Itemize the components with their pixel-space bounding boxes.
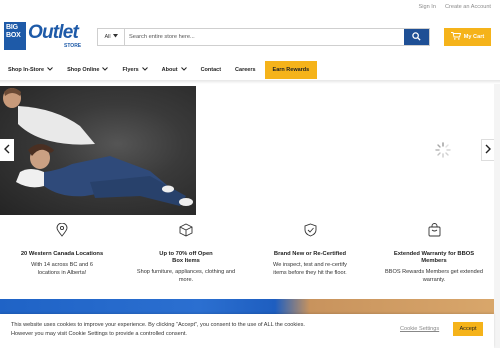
chevron-down-icon <box>47 66 53 73</box>
slider-prev-button[interactable] <box>0 139 14 161</box>
main-nav: Shop In-Store Shop Online Flyers About C… <box>0 59 500 80</box>
search-input[interactable] <box>125 29 404 45</box>
hero-slider <box>0 86 500 215</box>
bag-icon <box>372 220 496 240</box>
cart-icon <box>450 32 461 42</box>
search-bar: All <box>97 28 430 46</box>
feature-title: Brand New or Re-Certified <box>273 251 347 257</box>
top-bar: Sign In Create an Account <box>0 0 500 16</box>
chevron-down-icon <box>102 66 109 73</box>
feature-text: BBOS Rewards Members get extended warran… <box>385 269 483 283</box>
logo[interactable]: BIG BOX Outlet STORE <box>4 20 82 52</box>
hero-image <box>0 86 196 215</box>
map-pin-icon <box>0 220 124 240</box>
nav-label: Shop Online <box>67 66 100 73</box>
chevron-right-icon <box>485 141 491 159</box>
nav-label: Flyers <box>122 66 139 73</box>
logo-store-text: STORE <box>64 43 82 49</box>
chevron-left-icon <box>4 141 10 159</box>
nav-divider <box>0 80 500 84</box>
nav-item-contact[interactable]: Contact <box>194 59 228 80</box>
chevron-down-icon <box>141 66 148 73</box>
accept-cookies-button[interactable]: Accept <box>453 322 483 336</box>
feature-certified: Brand New or Re-Certified We inspect, te… <box>248 218 372 277</box>
features-row: 20 Western Canada Locations With 14 acro… <box>0 218 500 296</box>
cookie-consent-text: This website uses cookies to improve you… <box>11 322 305 337</box>
nav-label: Shop In-Store <box>8 66 45 73</box>
cookie-settings-link[interactable]: Cookie Settings <box>400 326 439 332</box>
account-links: Sign In Create an Account <box>419 4 491 10</box>
feature-text: With 14 across BC and 6 locations in Alb… <box>31 262 93 276</box>
nav-label: Careers <box>235 66 256 73</box>
search-category-label: All <box>104 34 111 40</box>
cookie-consent-bar: This website uses cookies to improve you… <box>0 314 494 348</box>
create-account-link[interactable]: Create an Account <box>445 4 491 10</box>
caret-down-icon <box>112 34 118 40</box>
chevron-down-icon <box>180 66 187 73</box>
search-button[interactable] <box>404 29 429 45</box>
nav-item-shop-in-store[interactable]: Shop In-Store <box>0 59 60 80</box>
logo-outlet-text: Outlet <box>28 22 79 43</box>
slider-next-button[interactable] <box>481 139 495 161</box>
feature-text: We inspect, test and re-certify items be… <box>273 262 347 276</box>
search-category-select[interactable]: All <box>98 29 125 45</box>
nav-item-about[interactable]: About <box>155 59 194 80</box>
feature-title: Up to 70% off Open Box Items <box>159 251 213 264</box>
earn-rewards-button[interactable]: Earn Rewards <box>264 60 318 79</box>
header: BIG BOX Outlet STORE All My Cart <box>0 16 500 60</box>
feature-text: Shop furniture, appliances, clothing and… <box>136 269 236 283</box>
nav-label: About <box>161 66 178 73</box>
search-icon <box>412 28 421 46</box>
feature-title: Extended Warranty for BBOS Members <box>393 251 475 264</box>
feature-locations: 20 Western Canada Locations With 14 acro… <box>0 218 124 277</box>
cart-button[interactable]: My Cart <box>444 28 491 46</box>
loading-spinner-icon <box>435 142 451 163</box>
nav-item-flyers[interactable]: Flyers <box>115 59 154 80</box>
nav-item-careers[interactable]: Careers <box>228 59 263 80</box>
logo-box-text: BIG BOX <box>4 22 26 50</box>
shield-check-icon <box>248 220 372 240</box>
feature-title: 20 Western Canada Locations <box>20 251 104 257</box>
feature-open-box: Up to 70% off Open Box Items Shop furnit… <box>124 218 248 284</box>
sign-in-link[interactable]: Sign In <box>419 4 436 10</box>
nav-item-shop-online[interactable]: Shop Online <box>60 59 115 80</box>
nav-label: Contact <box>200 66 222 73</box>
page-scrollbar[interactable] <box>494 84 500 348</box>
feature-warranty: Extended Warranty for BBOS Members BBOS … <box>372 218 496 284</box>
cart-label: My Cart <box>463 34 485 40</box>
box-icon <box>124 220 248 240</box>
